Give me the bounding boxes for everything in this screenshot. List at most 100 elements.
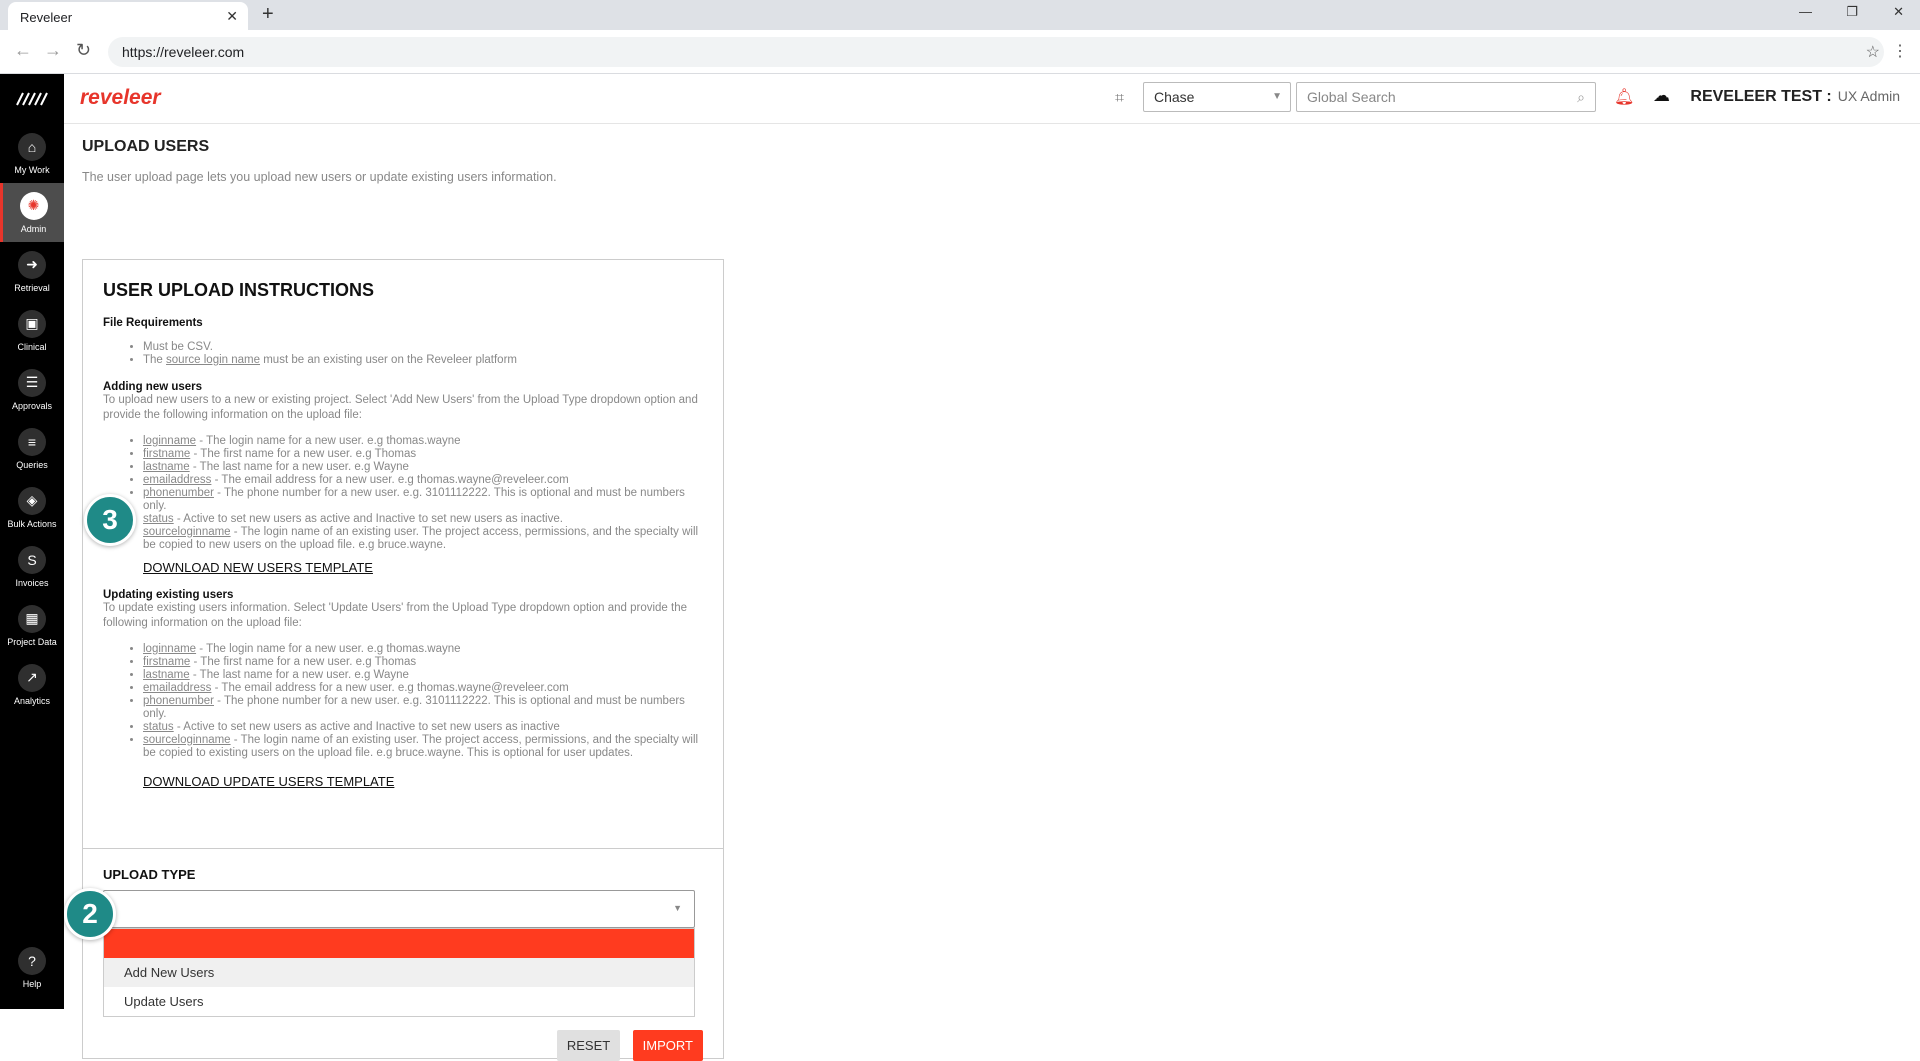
home-icon: ⌂	[18, 133, 46, 161]
sidebar-item-project-data[interactable]: ▦ Project Data	[0, 596, 64, 655]
sidebar-item-queries[interactable]: ≡ Queries	[0, 419, 64, 478]
sidebar-item-label: Admin	[21, 224, 47, 234]
field-list-item: loginname - The login name for a new use…	[143, 643, 703, 656]
step-callout-badge: 2	[64, 888, 116, 940]
field-term: phonenumber	[143, 695, 214, 707]
instructions-panel: USER UPLOAD INSTRUCTIONS File Requiremen…	[83, 260, 723, 849]
text: must be an existing user on the Reveleer…	[263, 354, 517, 366]
upload-type-option-update-users[interactable]: Update Users	[104, 987, 694, 1016]
field-description: - The first name for a new user. e.g Tho…	[190, 448, 416, 460]
global-search-input[interactable]: Global Search ⌕	[1296, 82, 1596, 112]
chevron-down-icon: ▼	[1272, 91, 1282, 102]
field-list-item: status - Active to set new users as acti…	[143, 721, 703, 734]
field-term: sourceloginname	[143, 734, 231, 746]
field-term: loginname	[143, 435, 196, 447]
chase-select[interactable]: Chase ▼	[1143, 82, 1291, 112]
text: The	[143, 354, 163, 366]
field-description: - The login name for a new user. e.g tho…	[196, 643, 460, 655]
user-name: REVELEER TEST :	[1690, 88, 1831, 105]
bookmark-star-icon[interactable]: ☆	[1866, 42, 1880, 62]
adding-heading: Adding new users	[103, 381, 703, 393]
field-description: - The email address for a new user. e.g …	[211, 682, 568, 694]
invoice-icon: S	[18, 546, 46, 574]
field-description: - The last name for a new user. e.g Wayn…	[190, 669, 409, 681]
close-window-icon[interactable]: ✕	[1893, 4, 1904, 20]
field-list-item: phonenumber - The phone number for a new…	[143, 487, 703, 513]
sidebar-item-analytics[interactable]: ↗ Analytics	[0, 655, 64, 714]
address-bar-row: ← → ↻ https://reveleer.com ☆ ⋮	[0, 30, 1920, 74]
brand-logo[interactable]: reveleer	[80, 86, 161, 110]
sidebar-item-approvals[interactable]: ☰ Approvals	[0, 360, 64, 419]
browser-menu-icon[interactable]: ⋮	[1892, 41, 1908, 61]
sidebar-item-admin[interactable]: ✺ Admin	[0, 183, 64, 242]
download-update-users-template-link[interactable]: DOWNLOAD UPDATE USERS TEMPLATE	[143, 774, 703, 789]
bell-icon[interactable]: 🔔︎	[1614, 87, 1634, 107]
minimize-icon[interactable]: —	[1799, 4, 1812, 19]
restore-icon[interactable]: ❐	[1846, 4, 1858, 20]
upload-type-option-empty[interactable]	[104, 929, 694, 958]
field-term: emailaddress	[143, 682, 211, 694]
close-tab-icon[interactable]: ✕	[226, 8, 238, 25]
sidebar-item-my-work[interactable]: ⌂ My Work	[0, 124, 64, 183]
list-item: The source login name must be an existin…	[143, 354, 703, 367]
url-input[interactable]: https://reveleer.com	[108, 37, 1884, 67]
field-term: firstname	[143, 656, 190, 668]
download-new-users-template-link[interactable]: DOWNLOAD NEW USERS TEMPLATE	[143, 560, 703, 575]
field-list-item: status - Active to set new users as acti…	[143, 513, 703, 526]
browser-tab-title: Reveleer	[20, 10, 72, 25]
app-logo-icon[interactable]	[0, 74, 64, 124]
browser-tab[interactable]: Reveleer ✕	[8, 2, 248, 30]
field-description: - The phone number for a new user. e.g. …	[143, 487, 685, 512]
field-term: firstname	[143, 448, 190, 460]
instructions-title: USER UPLOAD INSTRUCTIONS	[103, 280, 703, 301]
sidebar-item-help[interactable]: ? Help	[0, 938, 64, 997]
field-list-item: sourceloginname - The login name of an e…	[143, 526, 703, 552]
field-description: - The phone number for a new user. e.g. …	[143, 695, 685, 720]
upload-type-dropdown[interactable]: ▼	[103, 890, 695, 928]
main-content: UPLOAD USERS The user upload page lets y…	[82, 124, 782, 184]
field-description: - Active to set new users as active and …	[174, 721, 560, 733]
tag-icon: ⌗	[1115, 90, 1124, 108]
field-list-item: phonenumber - The phone number for a new…	[143, 695, 703, 721]
page-description: The user upload page lets you upload new…	[82, 170, 782, 184]
chase-select-value: Chase	[1154, 89, 1194, 105]
search-icon[interactable]: ⌕	[1577, 89, 1585, 106]
help-icon: ?	[18, 947, 46, 975]
upload-type-section: UPLOAD TYPE ▼ Add New Users Update Users…	[83, 849, 723, 1035]
field-list-item: emailaddress - The email address for a n…	[143, 682, 703, 695]
field-list-item: lastname - The last name for a new user.…	[143, 461, 703, 474]
reset-button[interactable]: RESET	[557, 1030, 620, 1061]
reload-icon[interactable]: ↻	[76, 40, 91, 61]
upload-type-option-add-new-users[interactable]: Add New Users	[104, 958, 694, 987]
field-term: status	[143, 721, 174, 733]
new-tab-icon[interactable]: +	[262, 3, 274, 26]
sidebar-item-bulk-actions[interactable]: ◈ Bulk Actions	[0, 478, 64, 537]
user-menu[interactable]: REVELEER TEST : UX Admin	[1690, 88, 1900, 106]
field-description: - The email address for a new user. e.g …	[211, 474, 568, 486]
project-data-icon: ▦	[18, 605, 46, 633]
sidebar-item-clinical[interactable]: ▣ Clinical	[0, 301, 64, 360]
sidebar-item-label: Approvals	[12, 401, 52, 411]
user-role: UX Admin	[1838, 88, 1900, 104]
sidebar-item-label: Analytics	[14, 696, 50, 706]
field-list-item: loginname - The login name for a new use…	[143, 435, 703, 448]
adding-description: To upload new users to a new or existing…	[103, 393, 703, 423]
upload-type-options: Add New Users Update Users	[103, 928, 695, 1017]
field-description: - The last name for a new user. e.g Wayn…	[190, 461, 409, 473]
updating-heading: Updating existing users	[103, 589, 703, 601]
forward-icon[interactable]: →	[44, 40, 62, 61]
sidebar-item-label: Queries	[16, 460, 48, 470]
browser-tabbar: Reveleer ✕ + — ❐ ✕	[0, 0, 1920, 30]
field-term: sourceloginname	[143, 526, 231, 538]
cloud-icon[interactable]: ☁	[1653, 86, 1670, 106]
back-icon[interactable]: ←	[14, 40, 32, 61]
sidebar-item-retrieval[interactable]: ➜ Retrieval	[0, 242, 64, 301]
action-buttons: RESET IMPORT	[549, 1030, 703, 1061]
sidebar-item-invoices[interactable]: S Invoices	[0, 537, 64, 596]
import-button[interactable]: IMPORT	[633, 1030, 703, 1061]
sidebar-item-label: Help	[23, 979, 42, 989]
field-list-item: firstname - The first name for a new use…	[143, 448, 703, 461]
app: ⌂ My Work ✺ Admin ➜ Retrieval ▣ Clinical…	[0, 74, 1920, 1009]
app-header: reveleer ⌗ Chase ▼ Global Search ⌕ 🔔︎ ☁ …	[64, 74, 1920, 124]
sidebar-item-label: Retrieval	[14, 283, 50, 293]
